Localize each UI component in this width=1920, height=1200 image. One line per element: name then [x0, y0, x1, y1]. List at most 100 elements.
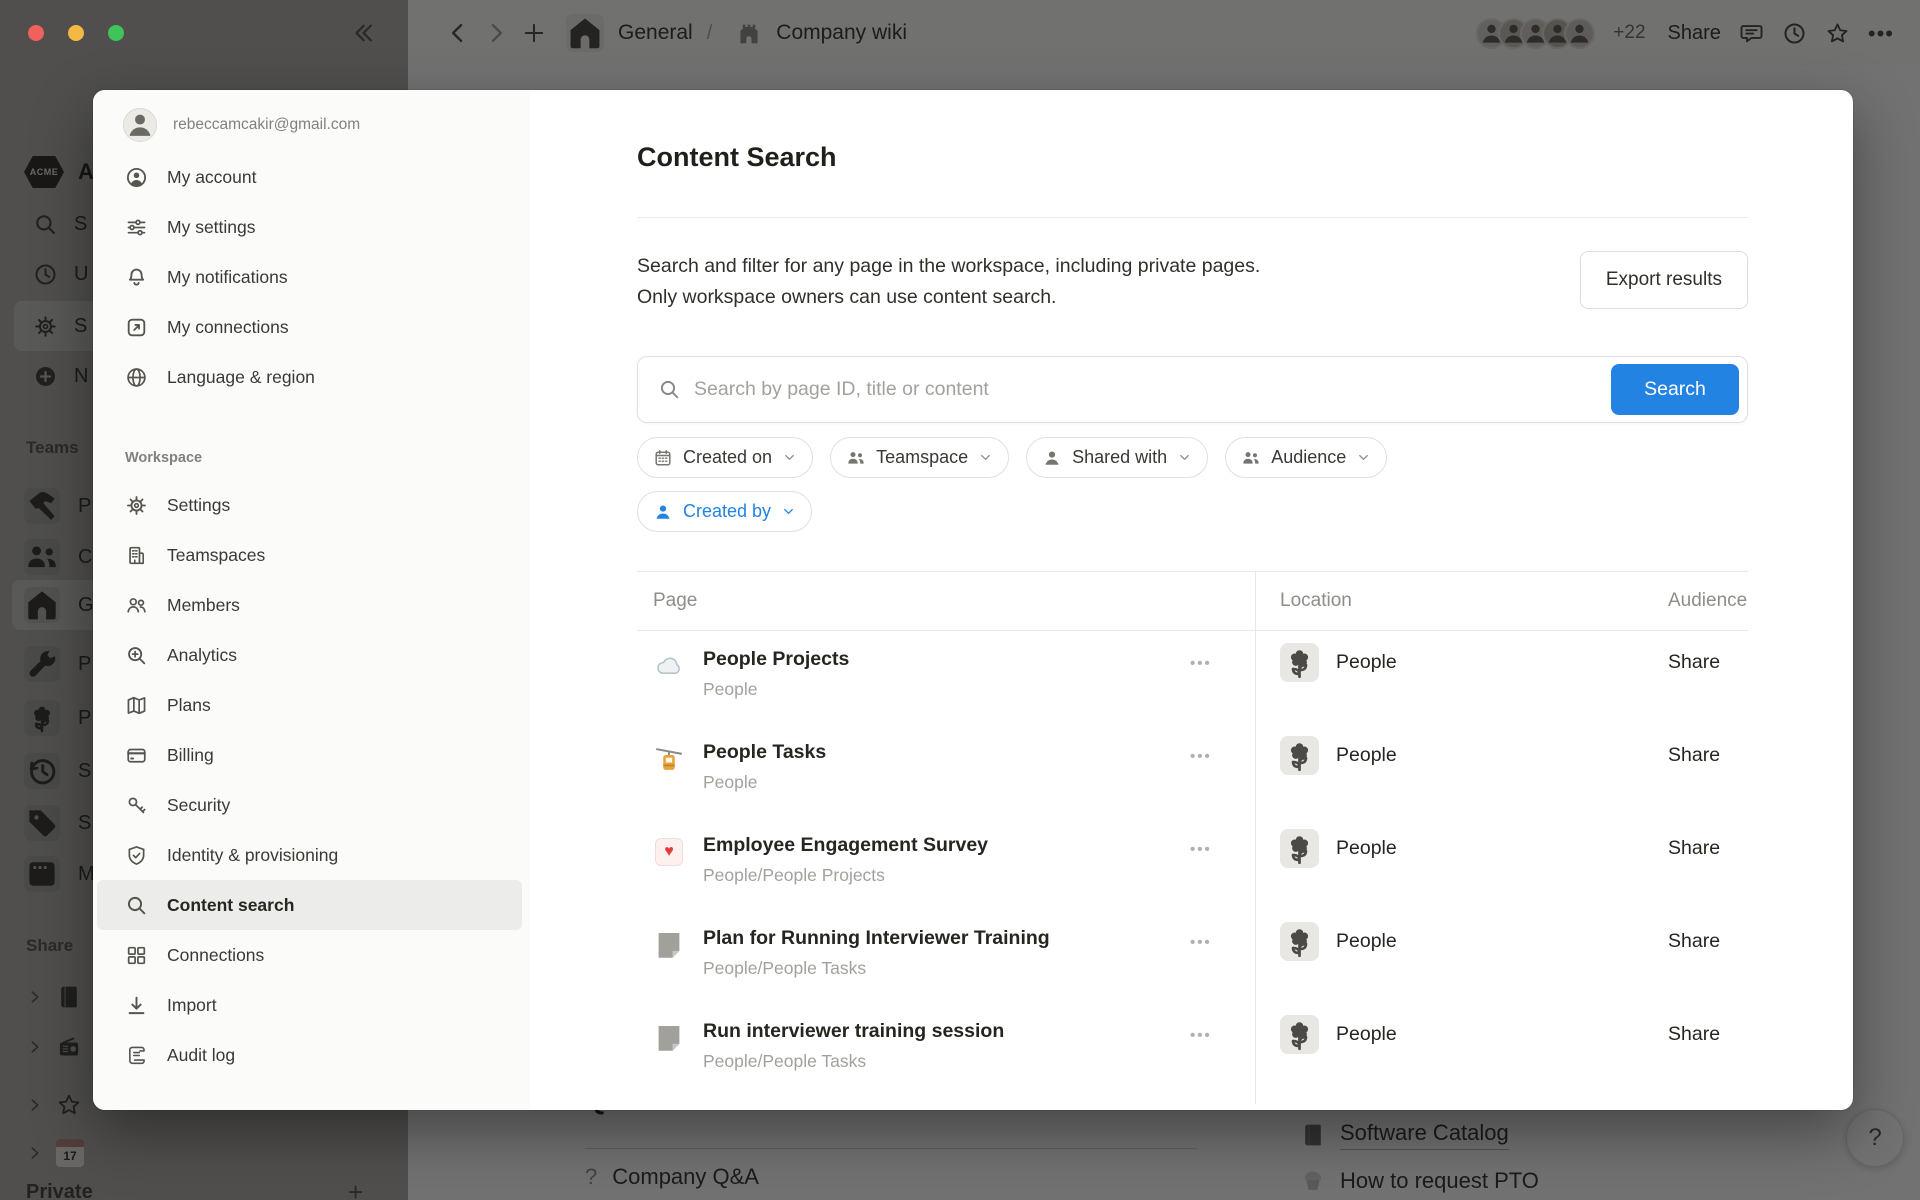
content-search-input[interactable]: Search by page ID, title or content Sear…: [637, 356, 1748, 423]
search-icon: [125, 894, 148, 917]
person-icon: [653, 502, 673, 522]
row-actions-button[interactable]: •••: [1190, 748, 1212, 765]
calendar-icon: [653, 448, 673, 468]
teamspace-flower-icon: [1280, 829, 1319, 868]
teamspace-flower-icon: [1280, 922, 1319, 961]
account-avatar: [123, 108, 157, 142]
settings-nav-audit-log[interactable]: Audit log: [97, 1030, 522, 1080]
workspace-section-label: Workspace: [97, 436, 522, 480]
chevron-down-icon: [782, 450, 797, 465]
account-email-row: rebeccamcakir@gmail.com: [97, 98, 522, 152]
results-table: Page Location Audience People Projects P…: [637, 571, 1748, 1104]
settings-nav-members[interactable]: Members: [97, 580, 522, 630]
credit-card-icon: [125, 744, 148, 767]
sliders-icon: [125, 216, 148, 239]
search-placeholder: Search by page ID, title or content: [694, 378, 1611, 401]
settings-sidebar: rebeccamcakir@gmail.com My account My se…: [93, 90, 530, 1110]
filter-created-by[interactable]: Created by: [637, 491, 812, 532]
settings-modal: rebeccamcakir@gmail.com My account My se…: [93, 90, 1853, 1110]
person-circle-icon: [125, 166, 148, 189]
table-row[interactable]: People Projects People ••• People Share: [637, 631, 1748, 724]
globe-icon: [125, 366, 148, 389]
page-document-icon: [653, 929, 685, 961]
minimize-window-button[interactable]: [68, 25, 84, 41]
page-document-icon: [653, 1022, 685, 1054]
divider: [637, 217, 1748, 218]
settings-nav-my-settings[interactable]: My settings: [97, 202, 522, 252]
settings-nav-teamspaces[interactable]: Teamspaces: [97, 530, 522, 580]
settings-nav-import[interactable]: Import: [97, 980, 522, 1030]
settings-nav-plans[interactable]: Plans: [97, 680, 522, 730]
chevron-down-icon: [781, 504, 796, 519]
settings-nav-my-account[interactable]: My account: [97, 152, 522, 202]
filter-teamspace[interactable]: Teamspace: [830, 437, 1009, 478]
page-title: Content Search: [637, 90, 1748, 173]
scroll-icon: [125, 1044, 148, 1067]
shield-check-icon: [125, 844, 148, 867]
chevron-down-icon: [1177, 450, 1192, 465]
filter-created-on[interactable]: Created on: [637, 437, 813, 478]
row-actions-button[interactable]: •••: [1190, 841, 1212, 858]
settings-nav-billing[interactable]: Billing: [97, 730, 522, 780]
building-icon: [125, 544, 148, 567]
table-row[interactable]: ♥ Employee Engagement Survey People/Peop…: [637, 817, 1748, 910]
members-icon: [125, 594, 148, 617]
export-results-button[interactable]: Export results: [1580, 251, 1748, 309]
grid-icon: [125, 944, 148, 967]
filter-shared-with[interactable]: Shared with: [1026, 437, 1208, 478]
settings-nav-settings[interactable]: Settings: [97, 480, 522, 530]
search-button[interactable]: Search: [1611, 364, 1739, 415]
audience-value: Share: [1668, 631, 1748, 724]
search-icon: [658, 378, 681, 401]
window-controls: [28, 25, 124, 41]
teamspace-flower-icon: [1280, 1015, 1319, 1054]
audience-value: Share: [1668, 817, 1748, 910]
row-actions-button[interactable]: •••: [1190, 655, 1212, 672]
settings-nav-my-notifications[interactable]: My notifications: [97, 252, 522, 302]
table-row[interactable]: Run interviewer training session People/…: [637, 1003, 1748, 1096]
teamspace-flower-icon: [1280, 736, 1319, 775]
bell-icon: [125, 266, 148, 289]
key-icon: [125, 794, 148, 817]
person-icon: [1042, 448, 1062, 468]
close-window-button[interactable]: [28, 25, 44, 41]
settings-nav-connections[interactable]: Connections: [97, 930, 522, 980]
column-divider: [1255, 571, 1256, 1104]
page-description: Search and filter for any page in the wo…: [637, 251, 1260, 313]
people-icon: [846, 448, 866, 468]
chevron-down-icon: [1356, 450, 1371, 465]
audience-value: Share: [1668, 910, 1748, 1003]
people-icon: [1241, 448, 1261, 468]
page-emoji-tramway-icon: [653, 743, 685, 775]
magnifier-plus-icon: [125, 644, 148, 667]
teamspace-flower-icon: [1280, 643, 1319, 682]
audience-value: Share: [1668, 724, 1748, 817]
filter-audience[interactable]: Audience: [1225, 437, 1387, 478]
settings-nav-analytics[interactable]: Analytics: [97, 630, 522, 680]
download-icon: [125, 994, 148, 1017]
settings-nav-my-connections[interactable]: My connections: [97, 302, 522, 352]
column-header-location: Location: [1255, 590, 1668, 612]
table-row[interactable]: People Tasks People ••• People Share: [637, 724, 1748, 817]
gear-icon: [125, 494, 148, 517]
settings-nav-identity-provisioning[interactable]: Identity & provisioning: [97, 830, 522, 880]
account-email: rebeccamcakir@gmail.com: [173, 116, 360, 134]
settings-nav-content-search[interactable]: Content search: [97, 880, 522, 930]
page-emoji-cloud-icon: [653, 650, 685, 682]
settings-nav-security[interactable]: Security: [97, 780, 522, 830]
row-actions-button[interactable]: •••: [1190, 1027, 1212, 1044]
content-search-panel: Content Search Search and filter for any…: [530, 90, 1853, 1110]
page-emoji-heart-icon: ♥: [653, 836, 685, 868]
zoom-window-button[interactable]: [108, 25, 124, 41]
notion-window: General / Company wiki +22 Share •••: [0, 0, 1920, 1200]
column-header-page: Page: [637, 590, 1255, 612]
row-actions-button[interactable]: •••: [1190, 934, 1212, 951]
arrow-out-square-icon: [125, 316, 148, 339]
settings-nav-language-region[interactable]: Language & region: [97, 352, 522, 402]
map-icon: [125, 694, 148, 717]
audience-value: Share: [1668, 1003, 1748, 1096]
column-header-audience: Audience: [1668, 590, 1748, 612]
table-header: Page Location Audience: [637, 571, 1748, 631]
chevron-down-icon: [978, 450, 993, 465]
table-row[interactable]: Plan for Running Interviewer Training Pe…: [637, 910, 1748, 1003]
